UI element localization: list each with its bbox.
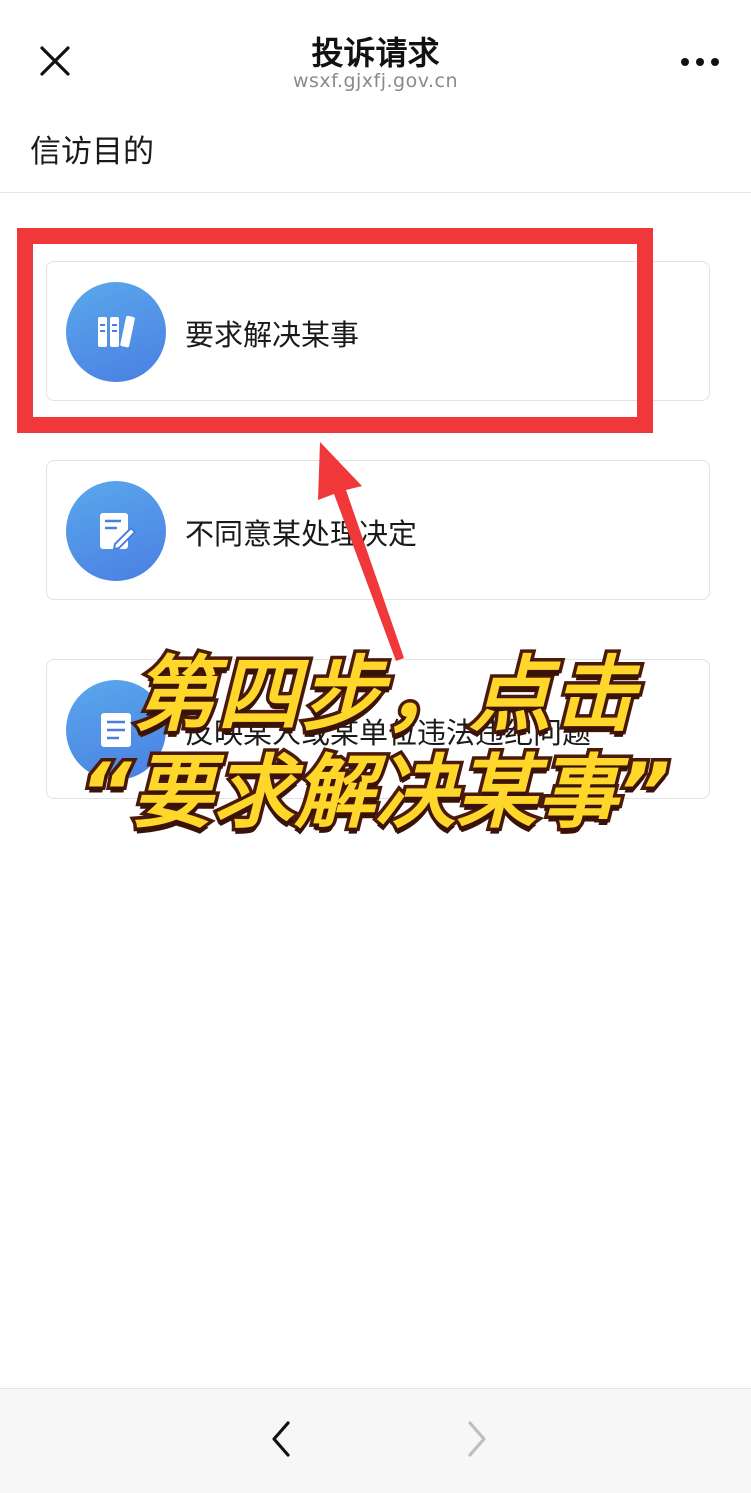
divider	[0, 192, 751, 193]
top-bar: 投诉请求 wsxf.gjxfj.gov.cn	[0, 0, 751, 120]
option-card-report-violation[interactable]: 反映某人或某单位违法违纪问题	[46, 659, 710, 799]
section-label: 信访目的	[30, 134, 154, 170]
option-label: 反映某人或某单位违法违纪问题	[185, 716, 592, 750]
option-card-request-resolution[interactable]: 要求解决某事	[46, 261, 710, 401]
edit-document-icon	[66, 481, 166, 581]
option-card-disagree-decision[interactable]: 不同意某处理决定	[46, 460, 710, 600]
bottom-nav-bar	[0, 1388, 751, 1493]
report-icon	[66, 680, 166, 780]
chevron-left-icon[interactable]	[258, 1415, 306, 1463]
document-stack-icon	[66, 282, 166, 382]
page-domain: wsxf.gjxfj.gov.cn	[292, 70, 459, 92]
option-label: 要求解决某事	[185, 318, 360, 352]
option-label: 不同意某处理决定	[185, 517, 418, 551]
more-horizontal-icon[interactable]	[675, 44, 725, 80]
chevron-right-icon	[452, 1415, 500, 1463]
page-title: 投诉请求	[311, 34, 440, 72]
